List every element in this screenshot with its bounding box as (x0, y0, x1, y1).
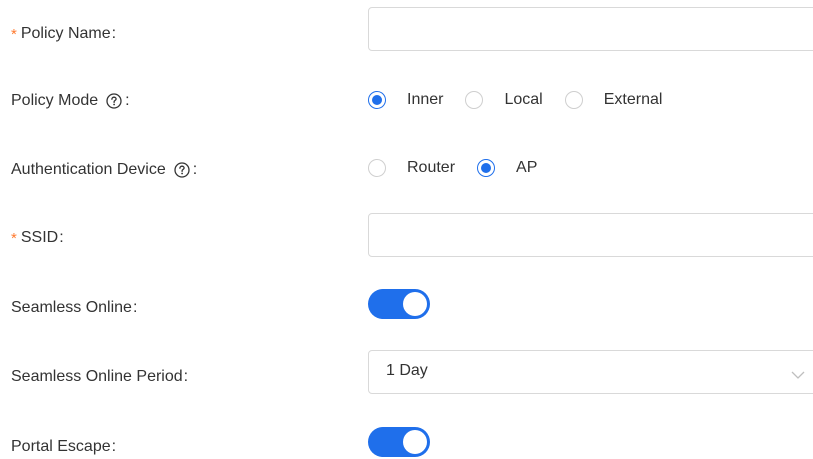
policy-name-input[interactable] (368, 7, 813, 51)
label-colon: : (125, 92, 130, 109)
authentication-device-option-router[interactable]: Router (368, 159, 455, 177)
radio-button[interactable] (465, 91, 484, 109)
policy-mode-radio-group: Inner Local External (368, 88, 684, 112)
label-colon: : (59, 229, 64, 246)
label-colon: : (192, 161, 198, 178)
radio-button-checked[interactable] (477, 159, 496, 177)
seamless-online-label: Seamless Online : (11, 299, 137, 317)
authentication-device-radio-group: Router AP (368, 156, 559, 180)
seamless-online-period-label: Seamless Online Period : (11, 368, 188, 386)
policy-mode-option-inner[interactable]: Inner (368, 91, 443, 109)
radio-button[interactable] (368, 159, 386, 177)
radio-button-checked[interactable] (368, 91, 386, 109)
required-mark: * (11, 25, 17, 43)
authentication-device-option-ap[interactable]: AP (477, 159, 537, 177)
policy-name-label: * Policy Name : (11, 25, 116, 43)
policy-mode-label-text: Policy Mode (11, 92, 99, 109)
authentication-device-label: Authentication Device : (11, 161, 197, 179)
policy-mode-label: Policy Mode : (11, 92, 130, 110)
chevron-down-icon[interactable] (791, 367, 805, 385)
radio-button[interactable] (564, 91, 583, 109)
label-colon: : (111, 438, 117, 455)
required-mark: * (11, 229, 17, 247)
radio-option-label: Router (407, 159, 456, 176)
policy-mode-option-external[interactable]: External (564, 91, 663, 109)
radio-option-label: Inner (407, 91, 444, 108)
policy-mode-option-local[interactable]: Local (465, 91, 543, 109)
radio-option-label: External (603, 91, 663, 108)
portal-escape-label: Portal Escape : (11, 438, 116, 456)
question-circle-icon[interactable] (106, 93, 122, 109)
label-colon: : (183, 368, 189, 385)
authentication-device-label-text: Authentication Device (11, 161, 166, 178)
select-value: 1 Day (386, 362, 428, 379)
question-circle-icon[interactable] (174, 162, 190, 178)
radio-option-label: AP (516, 159, 538, 176)
label-colon: : (111, 25, 117, 42)
toggle-knob (403, 292, 427, 316)
seamless-online-period-select[interactable]: 1 Day (368, 350, 813, 394)
policy-name-label-text: Policy Name (20, 25, 111, 42)
seamless-online-period-label-text: Seamless Online Period (11, 368, 183, 385)
seamless-online-toggle[interactable] (368, 289, 430, 319)
radio-option-label: Local (504, 91, 543, 108)
ssid-label-text: SSID (20, 229, 59, 246)
ssid-input[interactable] (368, 213, 813, 257)
seamless-online-label-text: Seamless Online (11, 299, 132, 316)
ssid-label: * SSID : (11, 229, 64, 247)
portal-escape-toggle[interactable] (368, 427, 430, 457)
toggle-knob (403, 430, 427, 454)
portal-escape-label-text: Portal Escape (11, 438, 111, 455)
label-colon: : (132, 299, 138, 316)
